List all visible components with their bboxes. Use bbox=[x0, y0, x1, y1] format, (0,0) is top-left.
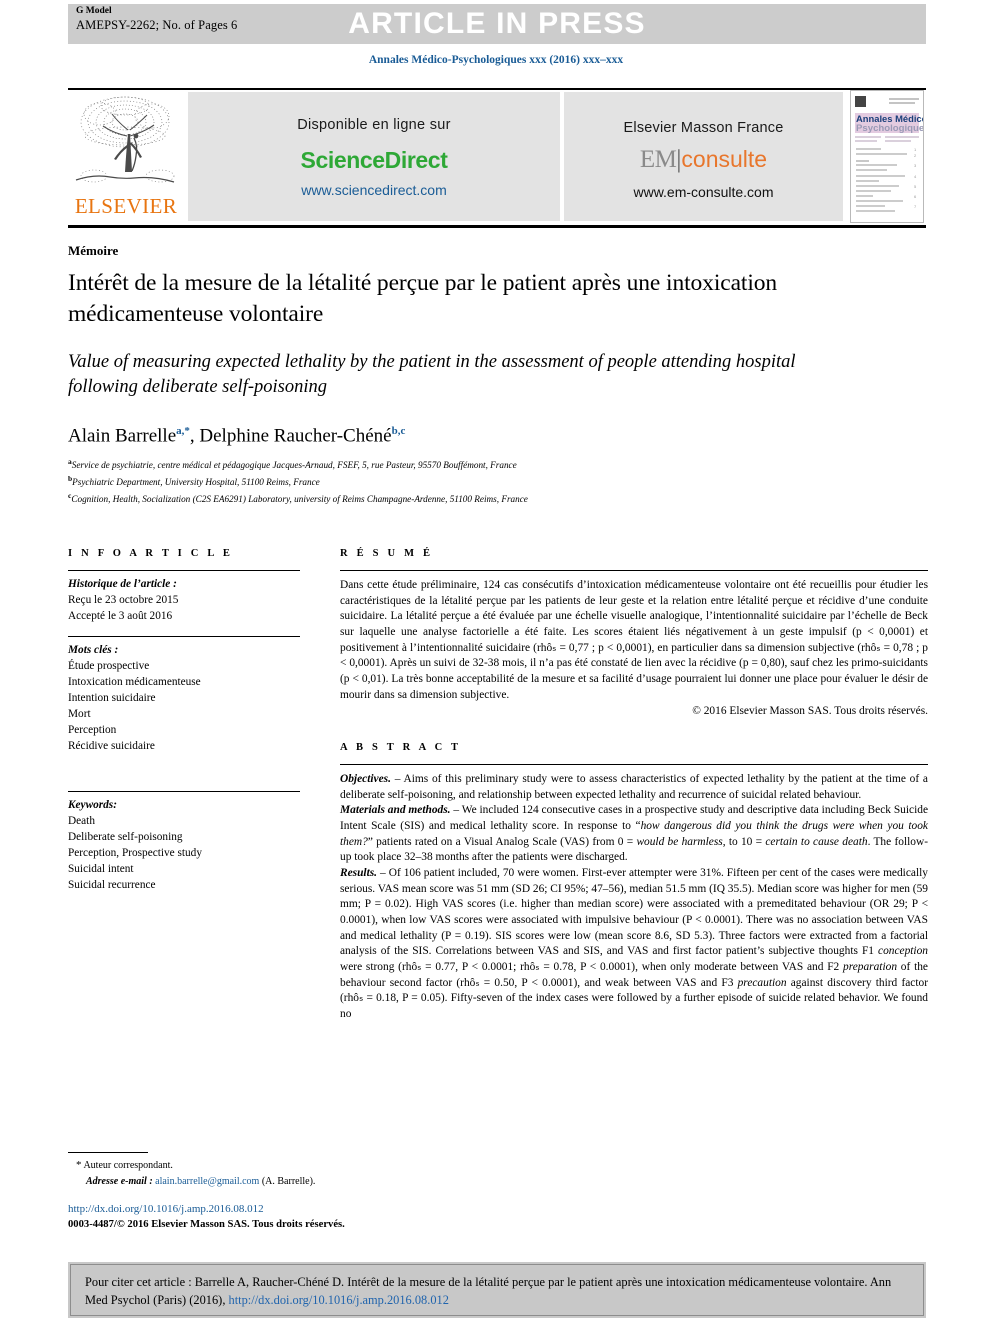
journal-cover-image: Annales Médico Psychologiques 123 456 7 bbox=[851, 91, 923, 222]
article-first-page: ARTICLE IN PRESS G Model AMEPSY-2262; No… bbox=[0, 0, 992, 1323]
citation-doi-link[interactable]: http://dx.doi.org/10.1016/j.amp.2016.08.… bbox=[229, 1293, 449, 1307]
manuscript-number: AMEPSY-2262; No. of Pages 6 bbox=[76, 17, 238, 32]
elsevier-wordmark: ELSEVIER bbox=[74, 194, 178, 218]
keywords-fr-label: Mots clés : bbox=[68, 644, 119, 657]
corresponding-author-marker: * bbox=[76, 1159, 82, 1171]
abstract-results-text-2: were strong (rhôₛ = 0.77, P < 0.0001; rh… bbox=[340, 961, 844, 974]
footnote-divider bbox=[68, 1152, 148, 1153]
sciencedirect-url[interactable]: www.sciencedirect.com bbox=[188, 182, 560, 198]
emconsulte-wordmark: EM|consulte bbox=[564, 147, 843, 172]
abstracts-column: R É S U M É Dans cette étude préliminair… bbox=[340, 548, 928, 1023]
sciencedirect-wordmark: ScienceDirect bbox=[300, 147, 448, 173]
elsevier-tree-icon bbox=[75, 96, 175, 183]
keywords-en-block: Keywords: Death Deliberate self-poisonin… bbox=[68, 792, 300, 893]
affiliation-list: aService de psychiatrie, centre médical … bbox=[68, 456, 888, 507]
keyword-item: Suicidal recurrence bbox=[68, 879, 156, 892]
corresponding-author-line: * Auteur correspondant. bbox=[76, 1157, 496, 1174]
elsevier-logo: ELSEVIER bbox=[70, 92, 182, 221]
abstract-results: Results. – Of 106 patient included, 70 w… bbox=[340, 866, 928, 1023]
keyword-item: Deliberate self-poisoning bbox=[68, 831, 183, 844]
page-subtitle-english: Value of measuring expected lethality by… bbox=[68, 352, 796, 398]
abstract-heading: A B S T R A C T bbox=[340, 742, 462, 754]
abstract-body: Objectives. – Aims of this preliminary s… bbox=[340, 765, 928, 1023]
keywords-fr-block: Mots clés : Étude prospective Intoxicati… bbox=[68, 637, 300, 754]
email-owner: (A. Barrelle). bbox=[261, 1175, 316, 1187]
svg-text:Psychologiques: Psychologiques bbox=[856, 123, 923, 134]
page-title: Intérêt de la mesure de la létalité perç… bbox=[68, 270, 778, 328]
email-label: Adresse e-mail : bbox=[86, 1175, 153, 1187]
abstract-results-text-1: – Of 106 patient included, 70 were women… bbox=[340, 867, 928, 958]
citation-text-block: Pour citer cet article : Barrelle A, Rau… bbox=[70, 1264, 924, 1316]
keyword-item: Intoxication médicamenteuse bbox=[68, 676, 201, 689]
citation-text: Pour citer cet article : Barrelle A, Rau… bbox=[85, 1275, 892, 1307]
keyword-item: Perception, Prospective study bbox=[68, 847, 202, 860]
email-line: Adresse e-mail : alain.barrelle@gmail.co… bbox=[76, 1174, 496, 1189]
author-name[interactable]: Alain Barrelle bbox=[68, 425, 176, 446]
history-accepted: Accepté le 3 août 2016 bbox=[68, 610, 173, 623]
info-article-heading: I N F O A R T I C L E bbox=[68, 548, 234, 559]
info-article-column: I N F O A R T I C L E Historique de l’ar… bbox=[68, 548, 300, 894]
abstract-methods-label: Materials and methods. bbox=[340, 804, 451, 817]
elsevier-masson-france-label: Elsevier Masson France bbox=[623, 120, 784, 136]
abstract-methods-anchor-low: would be harmless bbox=[636, 835, 723, 848]
abstract-objectives-text: – Aims of this preliminary study were to… bbox=[340, 773, 928, 801]
author-name[interactable]: Delphine Raucher-Chéné bbox=[199, 425, 391, 446]
keyword-item: Perception bbox=[68, 724, 117, 737]
emconsulte-url[interactable]: www.em-consulte.com bbox=[564, 184, 843, 200]
affiliation-text: Service de psychiatrie, centre médical e… bbox=[71, 460, 517, 471]
abstract-results-factor-3: precaution bbox=[737, 976, 787, 989]
abstract-results-factor-1: conception bbox=[878, 945, 928, 958]
sciencedirect-available-label: Disponible en ligne sur bbox=[297, 117, 451, 133]
journal-running-head: Annales Médico-Psychologiques xxx (2016)… bbox=[368, 54, 624, 66]
article-history-block: Historique de l’article : Reçu le 23 oct… bbox=[68, 571, 300, 624]
affiliation-text: Psychiatric Department, University Hospi… bbox=[72, 477, 320, 488]
resume-body: Dans cette étude préliminaire, 124 cas c… bbox=[340, 571, 928, 720]
citation-box: Pour citer cet article : Barrelle A, Rau… bbox=[68, 1262, 926, 1318]
abstract-methods-anchor-high: certain to cause death bbox=[765, 835, 868, 848]
resume-text: Dans cette étude préliminaire, 124 cas c… bbox=[340, 579, 928, 701]
abstract-methods-text-2: ” patients rated on a Visual Analog Scal… bbox=[367, 835, 637, 848]
g-model-label: G Model bbox=[76, 6, 112, 16]
abstract-methods: Materials and methods. – We included 124… bbox=[340, 803, 928, 866]
emconsulte-panel[interactable]: Elsevier Masson France EM|consulte www.e… bbox=[564, 92, 843, 221]
history-received: Reçu le 23 octobre 2015 bbox=[68, 594, 179, 607]
keyword-item: Suicidal intent bbox=[68, 863, 134, 876]
keyword-item: Intention suicidaire bbox=[68, 692, 156, 705]
affiliation-item: cCognition, Health, Socialization (C2S E… bbox=[68, 490, 888, 507]
abstract-objectives: Objectives. – Aims of this preliminary s… bbox=[340, 772, 928, 803]
author-affiliation-marks: b,c bbox=[391, 425, 406, 437]
issn-copyright-line: 0003-4487/© 2016 Elsevier Masson SAS. To… bbox=[68, 1219, 345, 1230]
affiliation-item: bPsychiatric Department, University Hosp… bbox=[68, 473, 888, 490]
abstract-results-label: Results. bbox=[340, 867, 378, 880]
manuscript-id-block: G Model AMEPSY-2262; No. of Pages 6 bbox=[76, 6, 237, 34]
sciencedirect-panel[interactable]: Disponible en ligne sur ScienceDirect ww… bbox=[188, 92, 560, 221]
keyword-item: Récidive suicidaire bbox=[68, 740, 155, 753]
emconsulte-consulte: consulte bbox=[681, 146, 768, 172]
article-history-label: Historique de l’article : bbox=[68, 578, 177, 590]
affiliation-text: Cognition, Health, Socialization (C2S EA… bbox=[71, 494, 528, 504]
keyword-item: Death bbox=[68, 815, 95, 828]
email-address[interactable]: alain.barrelle@gmail.com bbox=[155, 1176, 259, 1187]
corresponding-author-label: Auteur correspondant. bbox=[83, 1160, 173, 1171]
keywords-en-label: Keywords: bbox=[68, 799, 117, 812]
doi-url[interactable]: http://dx.doi.org/10.1016/j.amp.2016.08.… bbox=[68, 1203, 264, 1215]
author-affiliation-marks: a,* bbox=[176, 425, 190, 437]
affiliation-item: aService de psychiatrie, centre médical … bbox=[68, 456, 888, 473]
masthead: ELSEVIER Disponible en ligne sur Science… bbox=[68, 90, 926, 223]
emconsulte-em: EM bbox=[639, 146, 677, 173]
resume-heading: R É S U M É bbox=[340, 548, 434, 559]
author-list: Alain Barrellea,*, Delphine Raucher-Chén… bbox=[68, 425, 406, 447]
keyword-item: Mort bbox=[68, 708, 91, 721]
article-section-label: Mémoire bbox=[68, 243, 119, 258]
corresponding-author-footnote: * Auteur correspondant. Adresse e-mail :… bbox=[76, 1157, 496, 1189]
keyword-item: Étude prospective bbox=[68, 660, 150, 673]
abstract-methods-text-3: , to 10 = bbox=[722, 835, 766, 848]
abstract-results-factor-2: preparation bbox=[843, 961, 898, 974]
resume-copyright: © 2016 Elsevier Masson SAS. Tous droits … bbox=[692, 705, 928, 718]
abstract-objectives-label: Objectives. bbox=[340, 773, 391, 786]
journal-cover-thumbnail[interactable]: Annales Médico Psychologiques 1 2 3 4 5 … bbox=[850, 90, 924, 223]
